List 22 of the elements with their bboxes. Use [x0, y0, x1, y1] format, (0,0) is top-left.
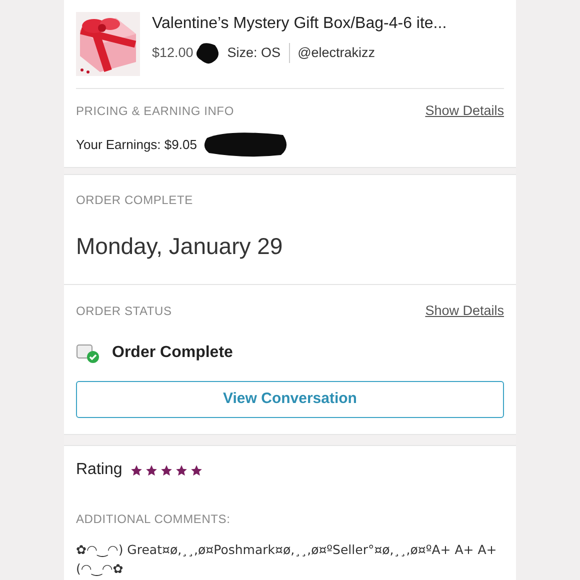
section-heading: ORDER STATUS [76, 302, 172, 320]
section-heading: PRICING & EARNING INFO [76, 103, 234, 120]
star-icon [145, 464, 158, 476]
star-icon [175, 464, 188, 476]
show-details-link[interactable]: Show Details [425, 101, 504, 122]
view-conversation-button[interactable]: View Conversation [76, 381, 504, 418]
star-icon [190, 464, 204, 476]
item-size: Size: OS [227, 42, 290, 64]
star-icon [130, 464, 144, 476]
seller-handle: @electrakizz [296, 44, 376, 62]
section-heading: ADDITIONAL COMMENTS: [76, 511, 232, 528]
show-details-link[interactable]: Show Details [425, 300, 504, 321]
order-status-text: Order Complete [112, 343, 233, 363]
earnings-text: Your Earnings: $9.05 [76, 136, 197, 154]
rating-label: Rating [76, 460, 122, 480]
item-price: $12.00 [152, 44, 194, 62]
item-title: Valentine’s Mystery Gift Box/Bag-4-6 ite... [152, 14, 447, 34]
order-date: Monday, January 29 [76, 232, 284, 262]
comment-text: ✿◠‿◠) Great¤ø,¸¸,ø¤Poshmark¤ø,¸¸,ø¤ºSeller°¤ø,¸¸,ø¤ºA+ A+ A+ (◠‿◠✿ [76, 541, 498, 578]
star-icon [160, 464, 174, 476]
section-heading: ORDER COMPLETE [76, 192, 194, 210]
package-check-icon [76, 342, 100, 364]
